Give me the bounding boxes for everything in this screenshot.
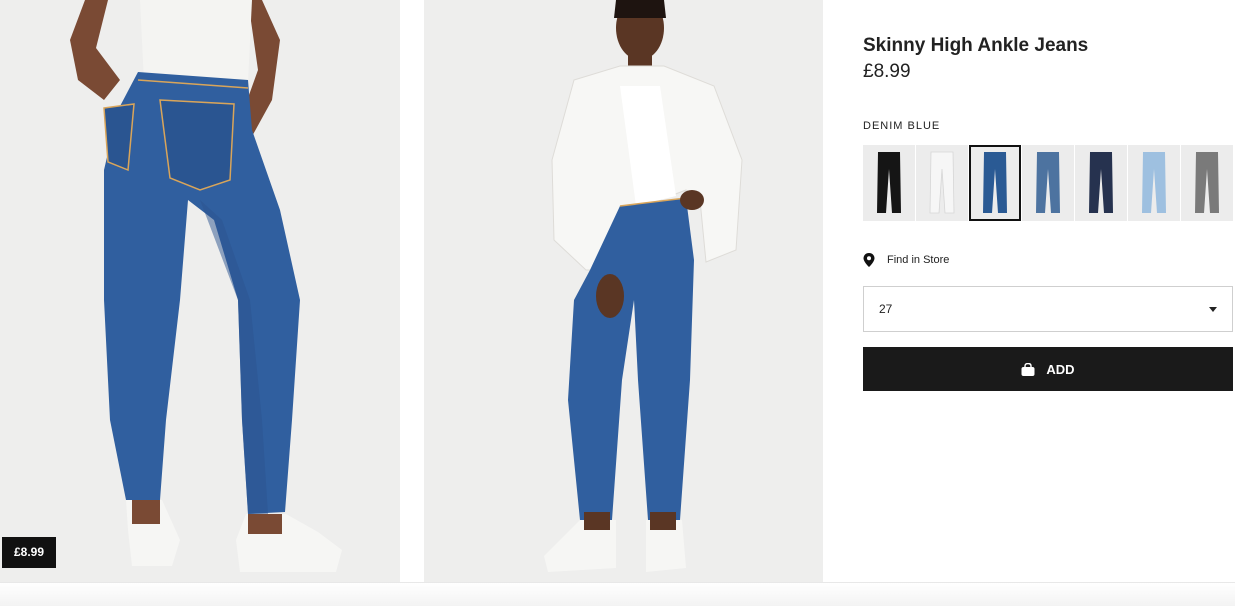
add-to-bag-button[interactable]: ADD xyxy=(863,347,1233,391)
shopping-bag-icon xyxy=(1021,362,1035,376)
product-image-front[interactable] xyxy=(424,0,823,582)
image-price-tag: £8.99 xyxy=(2,537,57,568)
model-back-view xyxy=(70,0,342,572)
color-swatch-white[interactable] xyxy=(916,145,968,221)
product-page: £8.99 Skinny High Ankle Jeans £8.99 DENI… xyxy=(0,0,1235,606)
product-price: £8.99 xyxy=(863,61,911,82)
jeans-thumbnail-icon xyxy=(1142,152,1166,213)
color-swatch-denim-blue[interactable] xyxy=(969,145,1021,221)
color-swatch-dark-blue[interactable] xyxy=(1075,145,1127,221)
jeans-thumbnail-icon xyxy=(983,152,1007,213)
add-button-label: ADD xyxy=(1046,361,1075,377)
color-swatch-denim-mid-blue[interactable] xyxy=(1022,145,1074,221)
jeans-thumbnail-icon xyxy=(877,152,901,213)
color-swatch-black[interactable] xyxy=(863,145,915,221)
jeans-thumbnail-icon xyxy=(1195,152,1219,213)
color-swatches xyxy=(863,145,1233,221)
jeans-thumbnail-icon xyxy=(929,151,955,214)
jeans-thumbnail-icon xyxy=(1089,152,1113,213)
find-in-store-label: Find in Store xyxy=(887,254,950,266)
location-pin-icon xyxy=(863,253,875,267)
find-in-store-link[interactable]: Find in Store xyxy=(863,253,949,267)
model-front-view xyxy=(544,0,743,572)
color-swatch-patterned[interactable] xyxy=(1181,145,1233,221)
selected-color-label: DENIM BLUE xyxy=(863,120,941,132)
page-bottom-edge xyxy=(0,582,1235,606)
product-image-back[interactable]: £8.99 xyxy=(0,0,400,582)
size-select[interactable]: 27 xyxy=(863,286,1233,332)
size-select-value: 27 xyxy=(879,302,893,316)
jeans-thumbnail-icon xyxy=(1036,152,1060,213)
chevron-down-icon xyxy=(1209,307,1217,312)
color-swatch-light-blue[interactable] xyxy=(1128,145,1180,221)
product-title: Skinny High Ankle Jeans xyxy=(863,35,1089,56)
